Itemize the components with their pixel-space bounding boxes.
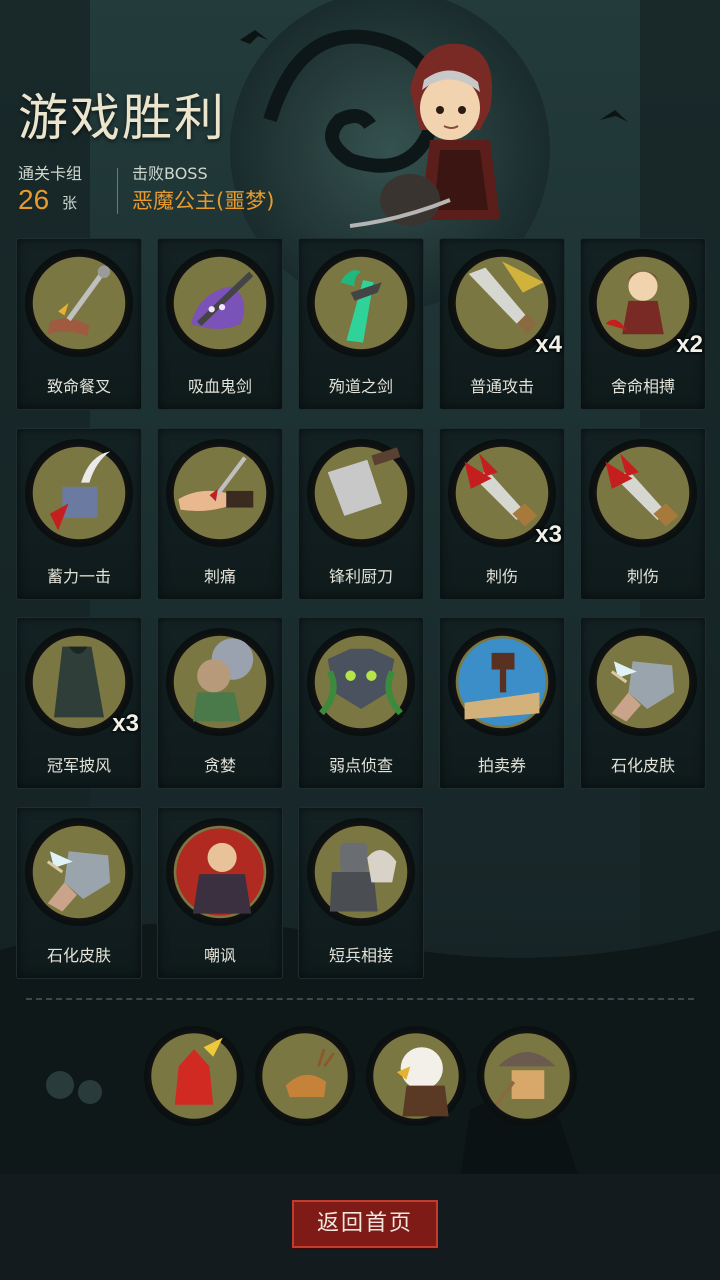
deck-card[interactable]: x3 冠军披风	[16, 617, 142, 789]
card-name: 石化皮肤	[46, 946, 111, 965]
card-name: 嘲讽	[203, 946, 236, 965]
result-header: 游戏胜利 通关卡组 26 张 击败BOSS 恶魔公主(噩梦)	[0, 0, 720, 230]
card-name: 刺伤	[485, 567, 518, 586]
deck-unit: 张	[62, 194, 78, 212]
card-name: 贪婪	[203, 756, 236, 775]
section-divider	[26, 998, 694, 1000]
deck-card[interactable]: 蓄力一击	[16, 428, 142, 600]
deck-label: 通关卡组	[18, 164, 83, 183]
card-name: 短兵相接	[328, 946, 393, 965]
hammer-strike-icon	[27, 441, 131, 545]
dagger-icon	[591, 441, 695, 545]
deck-card[interactable]: 殉道之剑	[298, 238, 424, 410]
card-name: 吸血鬼剑	[187, 377, 252, 396]
deck-count: 26	[18, 184, 50, 215]
goblin-icon	[168, 630, 272, 734]
red-imp-icon[interactable]	[146, 1028, 242, 1124]
card-name: 普通攻击	[469, 377, 534, 396]
card-name: 殉道之剑	[328, 377, 393, 396]
deck-card[interactable]: 石化皮肤	[16, 807, 142, 979]
stone-fist-icon	[591, 630, 695, 734]
card-name: 弱点侦查	[328, 756, 393, 775]
fork-icon	[27, 251, 131, 355]
card-name: 冠军披风	[46, 756, 111, 775]
back-home-button[interactable]: 返回首页	[292, 1200, 438, 1248]
wolf-icon	[309, 630, 413, 734]
eagle-icon[interactable]	[368, 1028, 464, 1124]
cleaver-icon	[309, 441, 413, 545]
card-name: 刺痛	[203, 567, 236, 586]
deck-card[interactable]: 短兵相接	[298, 807, 424, 979]
card-quantity: x3	[112, 710, 139, 737]
card-quantity: x4	[535, 331, 562, 358]
card-name: 拍卖券	[477, 756, 526, 775]
deck-card[interactable]: x2 舍命相搏	[580, 238, 706, 410]
card-quantity: x2	[676, 331, 703, 358]
card-quantity: x3	[535, 521, 562, 548]
deck-card[interactable]: 弱点侦查	[298, 617, 424, 789]
card-name: 刺伤	[626, 567, 659, 586]
boss-label: 击败BOSS	[132, 164, 208, 183]
card-name: 蓄力一击	[46, 567, 111, 586]
card-name: 石化皮肤	[610, 756, 675, 775]
victory-title: 游戏胜利	[18, 89, 226, 147]
stone-fist-icon	[27, 820, 131, 924]
red-hood-hero-icon	[349, 43, 500, 228]
knight-icon	[309, 820, 413, 924]
card-name: 致命餐叉	[46, 377, 111, 396]
deck-card[interactable]: x4 普通攻击	[439, 238, 565, 410]
deck-card[interactable]: 嘲讽	[157, 807, 283, 979]
deck-card[interactable]: 吸血鬼剑	[157, 238, 283, 410]
deck-card[interactable]: 锋利厨刀	[298, 428, 424, 600]
deck-card[interactable]: 刺伤	[580, 428, 706, 600]
boss-name: 恶魔公主(噩梦)	[132, 189, 275, 213]
helmet-creature-icon[interactable]	[479, 1028, 575, 1124]
deck-card[interactable]: 刺痛	[157, 428, 283, 600]
deer-icon[interactable]	[257, 1028, 353, 1124]
deck-card[interactable]: 拍卖券	[439, 617, 565, 789]
card-name: 舍命相搏	[610, 377, 675, 396]
gavel-icon	[450, 630, 554, 734]
stabbed-hand-icon	[168, 441, 272, 545]
vampire-sword-icon	[168, 251, 272, 355]
deck-card[interactable]: 贪婪	[157, 617, 283, 789]
deck-card[interactable]: x3 刺伤	[439, 428, 565, 600]
taunt-icon	[168, 820, 272, 924]
deck-card[interactable]: 致命餐叉	[16, 238, 142, 410]
deck-card[interactable]: 石化皮肤	[580, 617, 706, 789]
card-name: 锋利厨刀	[328, 567, 393, 586]
martyr-sword-icon	[309, 251, 413, 355]
stat-divider	[117, 168, 118, 214]
